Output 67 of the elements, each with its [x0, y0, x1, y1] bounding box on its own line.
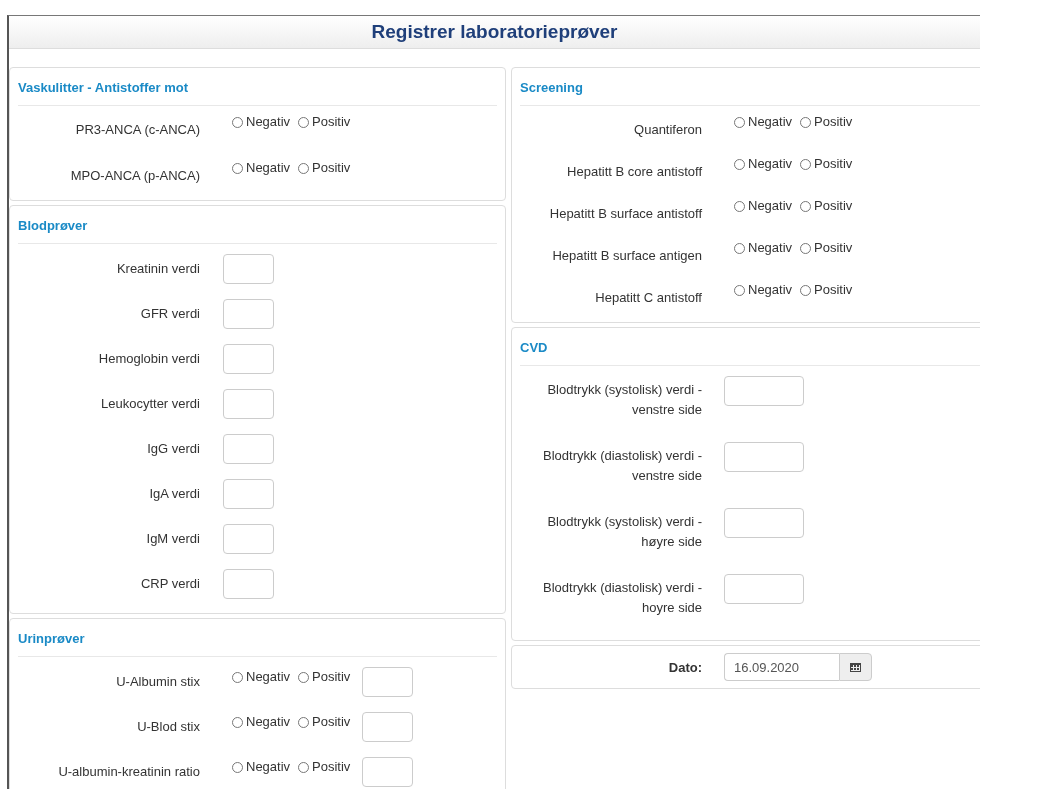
radio-option[interactable]: Negativ — [734, 280, 793, 300]
input-field[interactable] — [362, 712, 414, 742]
field-label: Blodtrykk (systolisk) verdi - høyre side — [546, 513, 702, 551]
field-label: U-Albumin stix — [115, 673, 200, 691]
radio-option[interactable]: Negativ — [734, 154, 793, 174]
section-title: Blodprøver — [18, 218, 88, 233]
radio-option[interactable]: Negativ — [232, 158, 291, 178]
section-title: Urinprøver — [18, 631, 85, 646]
field-label: IgM verdi — [145, 530, 200, 548]
page-title: Registrer laboratorieprøver — [371, 21, 618, 43]
radio-option[interactable]: Negativ — [232, 667, 291, 687]
section-title: Vaskulitter - Antistoffer mot — [18, 80, 188, 95]
input-field[interactable] — [223, 254, 274, 284]
field-label: Blodtrykk (systolisk) verdi - venstre side — [546, 381, 702, 419]
input-field[interactable] — [724, 442, 804, 472]
input-field[interactable] — [724, 574, 804, 604]
field-label: Hemoglobin verdi — [97, 350, 200, 368]
radio-option[interactable]: Positiv — [298, 712, 351, 732]
field-label: IgA verdi — [148, 485, 200, 503]
input-field[interactable] — [223, 434, 274, 464]
radio-option[interactable]: Negativ — [734, 238, 793, 258]
field-label: IgG verdi — [146, 440, 200, 458]
radio-option[interactable]: Negativ — [232, 712, 291, 732]
input-field[interactable] — [223, 524, 274, 554]
radio-option[interactable]: Positiv — [298, 112, 351, 132]
input-field[interactable] — [223, 569, 274, 599]
radio-option[interactable]: Positiv — [800, 280, 853, 300]
calendar-icon — [850, 662, 861, 672]
section-title: CVD — [520, 340, 548, 355]
field-label: Leukocytter verdi — [100, 395, 200, 413]
date-label: Dato: — [667, 659, 702, 675]
radio-option[interactable]: Negativ — [734, 196, 793, 216]
field-label: U-Blod stix — [136, 718, 200, 736]
date-field[interactable]: 16.09.2020 — [724, 653, 839, 681]
field-label: Hepatitt C antistoff — [594, 289, 702, 307]
radio-option[interactable]: Positiv — [298, 158, 351, 178]
input-field[interactable] — [223, 344, 274, 374]
input-field[interactable] — [223, 389, 274, 419]
input-field[interactable] — [362, 757, 414, 787]
input-field[interactable] — [724, 376, 804, 406]
field-label: Blodtrykk (diastolisk) verdi - venstre side — [542, 447, 702, 485]
radio-option[interactable]: Positiv — [800, 154, 853, 174]
field-label: Hepatitt B surface antistoff — [548, 205, 702, 223]
field-label: Hepatitt B surface antigen — [551, 247, 702, 265]
field-label: Kreatinin verdi — [115, 260, 200, 278]
input-field[interactable] — [724, 508, 804, 538]
section-title: Screening — [520, 80, 583, 95]
field-label: CRP verdi — [140, 575, 200, 593]
field-label: Quantiferon — [633, 121, 702, 139]
field-label: GFR verdi — [139, 305, 200, 323]
input-field[interactable] — [362, 667, 414, 697]
calendar-button[interactable] — [839, 653, 872, 681]
radio-option[interactable]: Positiv — [298, 667, 351, 687]
field-label: Hepatitt B core antistoff — [566, 163, 702, 181]
radio-option[interactable]: Positiv — [298, 757, 351, 777]
field-label: MPO-ANCA (p-ANCA) — [69, 167, 200, 185]
input-field[interactable] — [223, 479, 274, 509]
input-field[interactable] — [223, 299, 274, 329]
radio-option[interactable]: Negativ — [232, 757, 291, 777]
radio-option[interactable]: Positiv — [800, 196, 853, 216]
radio-option[interactable]: Negativ — [232, 112, 291, 132]
radio-option[interactable]: Negativ — [734, 112, 793, 132]
field-label: Blodtrykk (diastolisk) verdi - hoyre side — [542, 579, 702, 617]
radio-option[interactable]: Positiv — [800, 112, 853, 132]
radio-option[interactable]: Positiv — [800, 238, 853, 258]
field-label: PR3-ANCA (c-ANCA) — [74, 121, 200, 139]
field-label: U-albumin-kreatinin ratio — [57, 763, 200, 781]
